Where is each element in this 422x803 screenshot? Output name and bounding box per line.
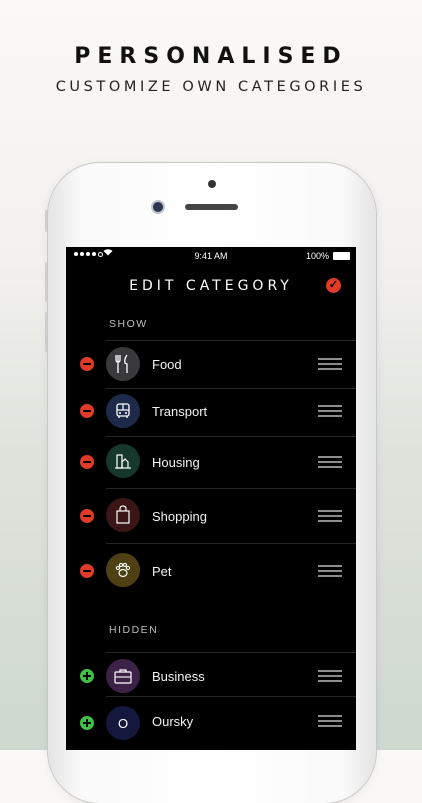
row-divider xyxy=(106,388,356,389)
phone-sensor xyxy=(208,180,216,188)
remove-category-icon[interactable] xyxy=(80,455,94,469)
paw-icon xyxy=(106,553,140,587)
category-row-food[interactable]: Food xyxy=(66,340,356,388)
category-row-business[interactable]: Business xyxy=(66,652,356,696)
row-divider xyxy=(106,543,356,544)
fork-knife-icon xyxy=(106,347,140,381)
page-title: EDIT CATEGORY xyxy=(129,278,293,294)
section-label-show: SHOW xyxy=(109,318,148,330)
category-row-pet[interactable]: Pet xyxy=(66,543,356,599)
drag-handle-icon[interactable] xyxy=(318,358,342,373)
add-category-icon[interactable] xyxy=(80,716,94,730)
circle-o-icon: O xyxy=(106,706,140,740)
drag-handle-icon[interactable] xyxy=(318,405,342,420)
category-label: Oursky xyxy=(152,714,194,729)
category-row-transport[interactable]: Transport xyxy=(66,388,356,436)
check-icon[interactable]: ✓ xyxy=(326,278,341,293)
row-divider xyxy=(106,696,356,697)
category-label: Food xyxy=(152,357,182,372)
promo-headline: PERSONALISED xyxy=(74,44,348,69)
drag-handle-icon[interactable] xyxy=(318,456,342,471)
promo-subheadline: CUSTOMIZE OWN CATEGORIES xyxy=(55,79,367,95)
building-icon xyxy=(106,444,140,478)
category-row-housing[interactable]: Housing xyxy=(66,436,356,488)
row-divider xyxy=(106,340,356,341)
drag-handle-icon[interactable] xyxy=(318,565,342,580)
remove-category-icon[interactable] xyxy=(80,564,94,578)
battery-icon xyxy=(333,252,350,260)
row-divider xyxy=(106,652,356,653)
section-label-hidden: HIDDEN xyxy=(109,624,159,636)
remove-category-icon[interactable] xyxy=(80,509,94,523)
drag-handle-icon[interactable] xyxy=(318,670,342,685)
remove-category-icon[interactable] xyxy=(80,357,94,371)
category-row-shopping[interactable]: Shopping xyxy=(66,488,356,543)
row-divider xyxy=(106,488,356,489)
category-row-oursky[interactable]: O Oursky xyxy=(66,696,356,750)
category-label: Pet xyxy=(152,564,172,579)
drag-handle-icon[interactable] xyxy=(318,510,342,525)
status-bar: 9:41 AM 100% xyxy=(66,247,356,265)
category-label: Shopping xyxy=(152,509,207,524)
bus-icon xyxy=(106,394,140,428)
front-camera-icon xyxy=(153,202,163,212)
app-screen: 9:41 AM 100% EDIT CATEGORY ✓ SHOW Food T… xyxy=(66,247,356,750)
row-divider xyxy=(106,436,356,437)
remove-category-icon[interactable] xyxy=(80,404,94,418)
briefcase-icon xyxy=(106,659,140,693)
category-label: Transport xyxy=(152,404,208,419)
battery-percentage: 100% xyxy=(305,251,329,261)
add-category-icon[interactable] xyxy=(80,669,94,683)
category-label: Housing xyxy=(152,455,200,470)
oursky-glyph: O xyxy=(117,715,129,731)
drag-handle-icon[interactable] xyxy=(318,715,342,730)
category-label: Business xyxy=(152,669,205,684)
shopping-bag-icon xyxy=(106,498,140,532)
phone-speaker xyxy=(185,204,238,210)
